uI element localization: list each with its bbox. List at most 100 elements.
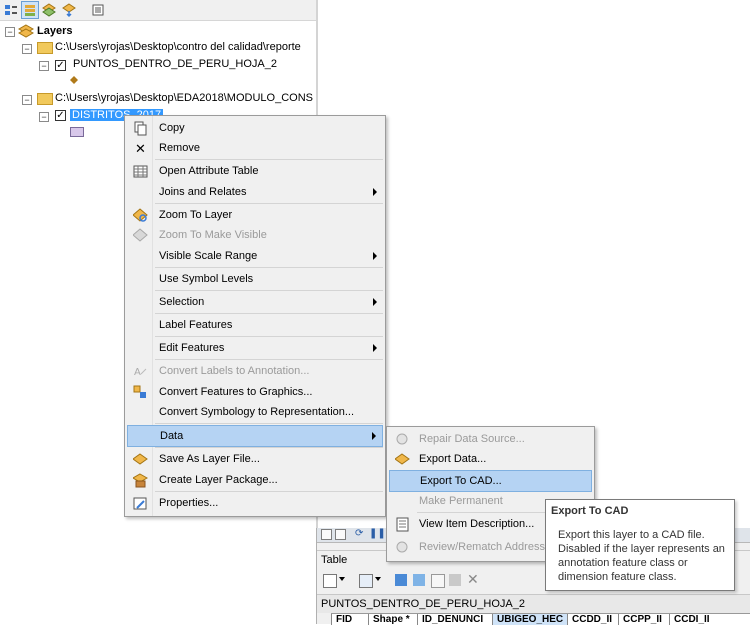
delete-selected-icon[interactable]: ✕ <box>467 571 479 588</box>
menu-item-label: Properties... <box>159 497 219 509</box>
layer-package-icon <box>131 473 149 488</box>
layer-context-menu: Copy ✕ Remove Open Attribute Table Joins… <box>124 115 386 517</box>
layer2-visibility-checkbox[interactable]: ✓ <box>55 110 66 121</box>
menu-item-export-to-cad[interactable]: Export To CAD... <box>389 470 592 492</box>
menu-item-convert-labels-to-annotation[interactable]: A Convert Labels to Annotation... <box>127 361 383 381</box>
menu-item-label: Zoom To Make Visible <box>159 229 267 241</box>
list-by-selection-icon[interactable] <box>60 1 78 19</box>
group1-collapse-toggle[interactable]: − <box>22 44 32 54</box>
menu-separator <box>155 447 383 448</box>
group1-path-label[interactable]: C:\Users\yrojas\Desktop\contro del calid… <box>55 39 301 55</box>
column-header[interactable]: CCDI_II <box>669 614 720 625</box>
list-by-visibility-icon[interactable] <box>40 1 58 19</box>
toc-toolbar <box>0 0 316 21</box>
point-symbol-icon <box>70 76 78 84</box>
menu-item-visible-scale-range[interactable]: Visible Scale Range <box>127 246 383 266</box>
menu-item-open-attribute-table[interactable]: Open Attribute Table <box>127 161 383 181</box>
column-header[interactable]: CCPP_II <box>618 614 669 625</box>
menu-item-label-features[interactable]: Label Features <box>127 315 383 335</box>
layer1-name-label[interactable]: PUNTOS_DENTRO_DE_PERU_HOJA_2 <box>73 56 277 72</box>
menu-item-label: Convert Labels to Annotation... <box>159 365 310 377</box>
menu-item-convert-symbology-to-representation[interactable]: Convert Symbology to Representation... <box>127 402 383 422</box>
menu-item-label: View Item Description... <box>419 518 535 530</box>
menu-item-label: Zoom To Layer <box>159 209 233 221</box>
menu-item-properties[interactable]: Properties... <box>127 493 383 513</box>
group2-path-label[interactable]: C:\Users\yrojas\Desktop\EDA2018\MODULO_C… <box>55 90 313 106</box>
menu-item-label: Export Data... <box>419 453 487 465</box>
menu-item-copy[interactable]: Copy <box>127 118 383 138</box>
menu-item-label: Make Permanent <box>419 495 503 507</box>
menu-item-label: Convert Symbology to Representation... <box>159 406 355 418</box>
table-options-icon[interactable] <box>323 574 337 588</box>
group2-collapse-toggle[interactable]: − <box>22 95 32 105</box>
menu-item-selection[interactable]: Selection <box>127 292 383 312</box>
column-header[interactable]: ID_DENUNCI <box>417 614 492 625</box>
dropdown-arrow-icon[interactable] <box>375 577 381 581</box>
layers-root-label[interactable]: Layers <box>37 23 72 39</box>
list-by-source-icon[interactable] <box>21 1 39 19</box>
layer1-visibility-checkbox[interactable]: ✓ <box>55 60 66 71</box>
layers-icon <box>18 24 34 38</box>
menu-separator <box>155 491 383 492</box>
column-header[interactable]: CCDD_II <box>567 614 618 625</box>
zoom-to-layer-icon <box>132 208 148 223</box>
menu-item-label: Edit Features <box>159 342 225 354</box>
menu-separator <box>155 159 383 160</box>
menu-item-zoom-to-make-visible[interactable]: Zoom To Make Visible <box>127 225 383 245</box>
copy-icon <box>133 121 148 136</box>
menu-item-use-symbol-levels[interactable]: Use Symbol Levels <box>127 269 383 289</box>
column-header[interactable]: Shape * <box>368 614 417 625</box>
menu-item-save-as-layer-file[interactable]: Save As Layer File... <box>127 449 383 469</box>
column-header[interactable]: UBIGEO_HEC <box>492 614 567 625</box>
select-by-attributes-icon[interactable] <box>395 574 407 586</box>
clear-selection-icon[interactable] <box>431 574 445 588</box>
menu-item-edit-features[interactable]: Edit Features <box>127 338 383 358</box>
menu-separator <box>155 423 383 424</box>
folder-icon <box>37 93 53 105</box>
table-icon <box>133 164 148 179</box>
menu-item-label: Save As Layer File... <box>159 453 260 465</box>
menu-item-zoom-to-layer[interactable]: Zoom To Layer <box>127 205 383 225</box>
pause-icon[interactable]: ❚❚ <box>369 528 386 539</box>
menu-item-data[interactable]: Data <box>127 425 383 447</box>
menu-separator <box>155 267 383 268</box>
tooltip-title: Export To CAD <box>551 505 629 517</box>
menu-separator <box>155 313 383 314</box>
layer2-collapse-toggle[interactable]: − <box>39 112 49 122</box>
switch-selection-icon[interactable] <box>413 574 425 586</box>
menu-item-repair-data-source[interactable]: Repair Data Source... <box>389 429 592 449</box>
menu-separator <box>155 359 383 360</box>
menu-item-label: Joins and Relates <box>159 186 247 198</box>
menu-item-convert-features-to-graphics[interactable]: Convert Features to Graphics... <box>127 382 383 402</box>
menu-item-label: Convert Features to Graphics... <box>159 386 313 398</box>
layers-collapse-toggle[interactable]: − <box>5 27 15 37</box>
related-tables-icon[interactable] <box>359 574 373 588</box>
menu-item-remove[interactable]: ✕ Remove <box>127 138 383 158</box>
export-to-cad-tooltip: Export To CAD Export this layer to a CAD… <box>545 499 735 591</box>
options-icon[interactable] <box>89 1 107 19</box>
menu-separator <box>155 336 383 337</box>
list-by-drawing-order-icon[interactable] <box>2 1 20 19</box>
menu-item-create-layer-package[interactable]: Create Layer Package... <box>127 470 383 490</box>
tab-icon[interactable] <box>321 529 332 540</box>
tab-icon[interactable] <box>335 529 346 540</box>
convert-labels-icon: A <box>133 364 148 379</box>
zoom-to-selected-icon[interactable] <box>449 574 461 586</box>
layer-file-icon <box>132 452 148 467</box>
properties-icon <box>133 496 148 511</box>
menu-item-label: Visible Scale Range <box>159 250 258 262</box>
repair-data-source-icon <box>395 432 410 447</box>
item-description-icon <box>395 517 410 532</box>
menu-item-label: Create Layer Package... <box>159 474 278 486</box>
menu-item-export-data[interactable]: Export Data... <box>389 449 592 469</box>
menu-item-label: Remove <box>159 142 200 154</box>
dropdown-arrow-icon[interactable] <box>339 577 345 581</box>
menu-item-joins-and-relates[interactable]: Joins and Relates <box>127 182 383 202</box>
column-header[interactable]: FID <box>331 614 368 625</box>
tooltip-body: Export this layer to a CAD file. Disable… <box>558 529 725 583</box>
folder-icon <box>37 42 53 54</box>
menu-item-label: Data <box>160 430 184 442</box>
layer1-collapse-toggle[interactable]: − <box>39 61 49 71</box>
refresh-icon[interactable]: ⟳ <box>355 528 363 539</box>
table-tab[interactable]: PUNTOS_DENTRO_DE_PERU_HOJA_2 <box>317 594 750 613</box>
